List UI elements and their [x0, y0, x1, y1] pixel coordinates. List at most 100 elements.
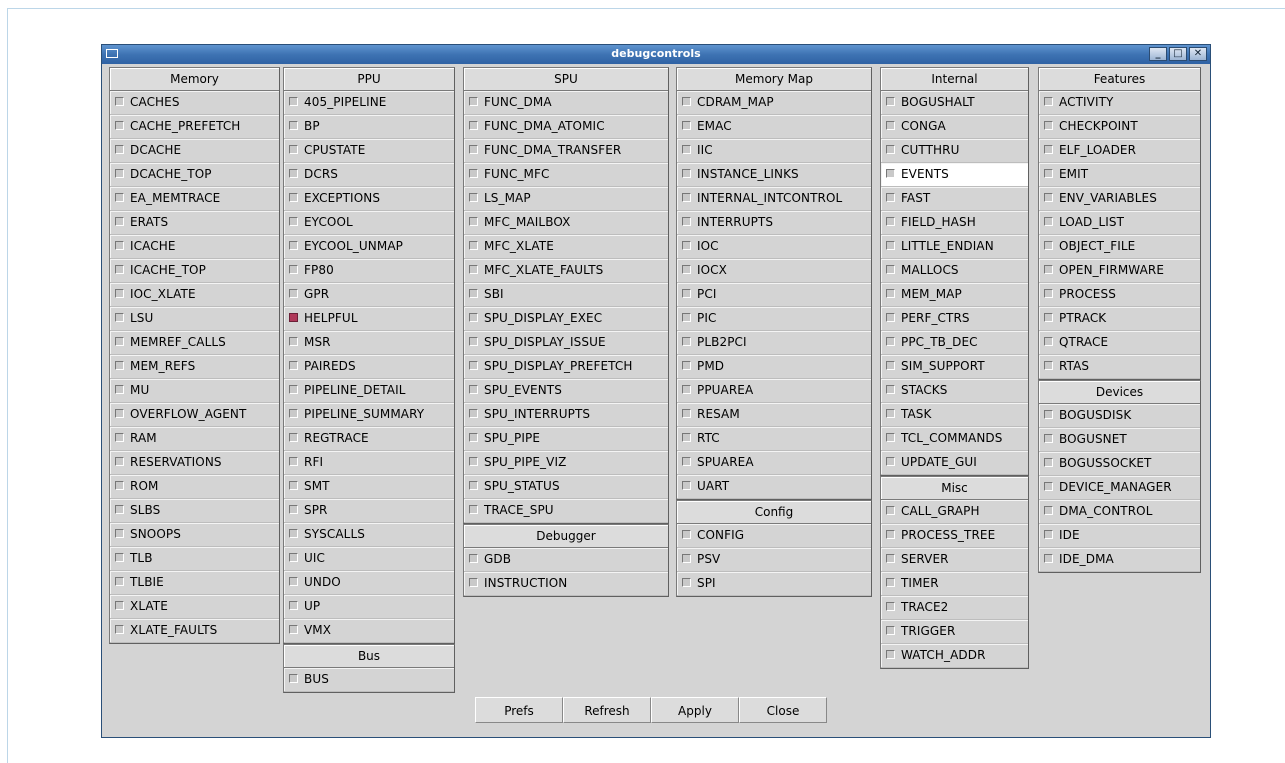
- checkbox-item-uart[interactable]: UART: [677, 475, 871, 499]
- checkbox-icon[interactable]: [682, 433, 691, 442]
- checkbox-item-spu-display-issue[interactable]: SPU_DISPLAY_ISSUE: [464, 331, 668, 355]
- checkbox-item-fp80[interactable]: FP80: [284, 259, 454, 283]
- checkbox-icon[interactable]: [886, 241, 895, 250]
- checkbox-icon[interactable]: [886, 121, 895, 130]
- checkbox-item-mallocs[interactable]: MALLOCS: [881, 259, 1028, 283]
- checkbox-icon[interactable]: [886, 193, 895, 202]
- checkbox-item-stacks[interactable]: STACKS: [881, 379, 1028, 403]
- checkbox-item-paireds[interactable]: PAIREDS: [284, 355, 454, 379]
- checkbox-icon[interactable]: [289, 409, 298, 418]
- checkbox-item-func-dma-atomic[interactable]: FUNC_DMA_ATOMIC: [464, 115, 668, 139]
- checkbox-item-bus[interactable]: BUS: [284, 668, 454, 692]
- checkbox-icon[interactable]: [886, 97, 895, 106]
- checkbox-item-snoops[interactable]: SNOOPS: [110, 523, 279, 547]
- checkbox-icon[interactable]: [289, 193, 298, 202]
- checkbox-item-memref-calls[interactable]: MEMREF_CALLS: [110, 331, 279, 355]
- checkbox-icon[interactable]: [289, 481, 298, 490]
- checkbox-icon[interactable]: [115, 313, 124, 322]
- checkbox-icon[interactable]: [886, 433, 895, 442]
- checkbox-item-pipeline-detail[interactable]: PIPELINE_DETAIL: [284, 379, 454, 403]
- checkbox-icon[interactable]: [682, 97, 691, 106]
- checkbox-item-timer[interactable]: TIMER: [881, 572, 1028, 596]
- checkbox-item-bogusnet[interactable]: BOGUSNET: [1039, 428, 1200, 452]
- checkbox-item-bogussocket[interactable]: BOGUSSOCKET: [1039, 452, 1200, 476]
- checkbox-icon[interactable]: [469, 337, 478, 346]
- checkbox-icon[interactable]: [1044, 241, 1053, 250]
- checkbox-icon[interactable]: [469, 265, 478, 274]
- checkbox-icon[interactable]: [289, 529, 298, 538]
- checkbox-item-ide[interactable]: IDE: [1039, 524, 1200, 548]
- checkbox-item-ptrack[interactable]: PTRACK: [1039, 307, 1200, 331]
- checkbox-icon[interactable]: [1044, 482, 1053, 491]
- checkbox-icon[interactable]: [1044, 337, 1053, 346]
- checkbox-icon[interactable]: [289, 217, 298, 226]
- checkbox-icon[interactable]: [886, 457, 895, 466]
- checkbox-icon[interactable]: [289, 241, 298, 250]
- checkbox-icon[interactable]: [886, 506, 895, 515]
- checkbox-icon[interactable]: [289, 433, 298, 442]
- checkbox-icon[interactable]: [886, 169, 895, 178]
- checkbox-item-icache-top[interactable]: ICACHE_TOP: [110, 259, 279, 283]
- checkbox-item-update-gui[interactable]: UPDATE_GUI: [881, 451, 1028, 475]
- checkbox-item-405-pipeline[interactable]: 405_PIPELINE: [284, 91, 454, 115]
- checkbox-item-env-variables[interactable]: ENV_VARIABLES: [1039, 187, 1200, 211]
- checkbox-icon[interactable]: [289, 601, 298, 610]
- checkbox-item-func-dma[interactable]: FUNC_DMA: [464, 91, 668, 115]
- checkbox-icon[interactable]: [682, 169, 691, 178]
- checkbox-item-ea-memtrace[interactable]: EA_MEMTRACE: [110, 187, 279, 211]
- checkbox-item-dcache[interactable]: DCACHE: [110, 139, 279, 163]
- checkbox-icon[interactable]: [469, 217, 478, 226]
- checkbox-item-dma-control[interactable]: DMA_CONTROL: [1039, 500, 1200, 524]
- checkbox-item-mu[interactable]: MU: [110, 379, 279, 403]
- maximize-icon[interactable]: □: [1169, 47, 1187, 61]
- checkbox-icon[interactable]: [469, 169, 478, 178]
- checkbox-item-spuarea[interactable]: SPUAREA: [677, 451, 871, 475]
- checkbox-item-func-dma-transfer[interactable]: FUNC_DMA_TRANSFER: [464, 139, 668, 163]
- checkbox-icon[interactable]: [886, 650, 895, 659]
- checkbox-icon[interactable]: [886, 145, 895, 154]
- checkbox-icon[interactable]: [289, 265, 298, 274]
- checkbox-item-elf-loader[interactable]: ELF_LOADER: [1039, 139, 1200, 163]
- checkbox-icon[interactable]: [289, 169, 298, 178]
- checkbox-icon[interactable]: [115, 289, 124, 298]
- checkbox-item-erats[interactable]: ERATS: [110, 211, 279, 235]
- checkbox-icon[interactable]: [469, 409, 478, 418]
- checkbox-item-config[interactable]: CONFIG: [677, 524, 871, 548]
- checkbox-item-bp[interactable]: BP: [284, 115, 454, 139]
- checkbox-icon[interactable]: [115, 505, 124, 514]
- close-button[interactable]: Close: [739, 697, 827, 723]
- checkbox-item-events[interactable]: EVENTS: [881, 163, 1028, 187]
- checkbox-icon[interactable]: [682, 554, 691, 563]
- title-bar[interactable]: debugcontrols _ □ ✕: [102, 45, 1210, 64]
- checkbox-icon[interactable]: [289, 337, 298, 346]
- checkbox-item-spu-pipe[interactable]: SPU_PIPE: [464, 427, 668, 451]
- checkbox-item-msr[interactable]: MSR: [284, 331, 454, 355]
- checkbox-item-rtc[interactable]: RTC: [677, 427, 871, 451]
- checkbox-icon[interactable]: [115, 625, 124, 634]
- checkbox-item-bogushalt[interactable]: BOGUSHALT: [881, 91, 1028, 115]
- checkbox-icon[interactable]: [682, 193, 691, 202]
- checkbox-icon[interactable]: [289, 625, 298, 634]
- checkbox-icon[interactable]: [886, 554, 895, 563]
- checkbox-icon[interactable]: [682, 530, 691, 539]
- checkbox-item-fast[interactable]: FAST: [881, 187, 1028, 211]
- checkbox-item-vmx[interactable]: VMX: [284, 619, 454, 643]
- checkbox-item-emit[interactable]: EMIT: [1039, 163, 1200, 187]
- checkbox-item-instruction[interactable]: INSTRUCTION: [464, 572, 668, 596]
- checkbox-item-cutthru[interactable]: CUTTHRU: [881, 139, 1028, 163]
- checkbox-item-server[interactable]: SERVER: [881, 548, 1028, 572]
- checkbox-icon[interactable]: [682, 289, 691, 298]
- checkbox-item-spu-display-prefetch[interactable]: SPU_DISPLAY_PREFETCH: [464, 355, 668, 379]
- checkbox-item-mem-refs[interactable]: MEM_REFS: [110, 355, 279, 379]
- checkbox-icon[interactable]: [289, 97, 298, 106]
- checkbox-icon[interactable]: [115, 145, 124, 154]
- checkbox-icon[interactable]: [1044, 530, 1053, 539]
- checkbox-item-dcache-top[interactable]: DCACHE_TOP: [110, 163, 279, 187]
- checkbox-icon[interactable]: [115, 265, 124, 274]
- checkbox-icon[interactable]: [886, 602, 895, 611]
- checkbox-icon[interactable]: [469, 481, 478, 490]
- checkbox-icon[interactable]: [682, 409, 691, 418]
- checkbox-icon[interactable]: [469, 241, 478, 250]
- apply-button[interactable]: Apply: [651, 697, 739, 723]
- checkbox-icon[interactable]: [469, 289, 478, 298]
